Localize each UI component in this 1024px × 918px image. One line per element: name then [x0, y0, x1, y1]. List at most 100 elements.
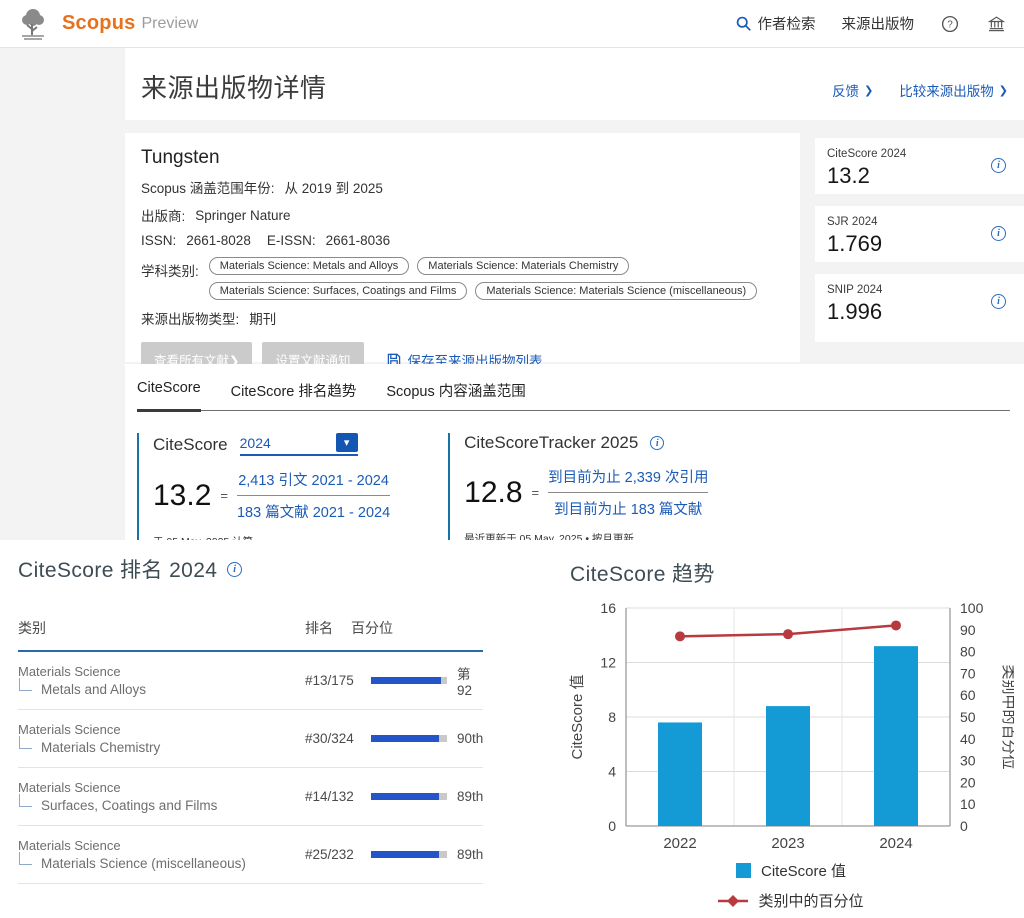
info-icon[interactable]: i: [991, 226, 1006, 241]
feedback-link[interactable]: 反馈❯: [832, 80, 873, 100]
legend-citescore: CiteScore 值: [736, 860, 846, 881]
percentile-label: 89th: [457, 847, 483, 862]
percentile-bar: [371, 851, 447, 858]
rank-table-row: Materials ScienceMetals and Alloys#13/17…: [18, 652, 483, 710]
category-parent: Materials Science: [18, 838, 305, 853]
percentile-label: 89th: [457, 789, 483, 804]
compare-sources-link[interactable]: 比较来源出版物❯: [899, 80, 1008, 100]
chevron-right-icon: ❯: [864, 84, 873, 97]
citescore-trend-block: CiteScore 趋势 048121601020304050607080901…: [568, 558, 1014, 911]
rank-value: #30/324: [305, 731, 371, 746]
subject-chip[interactable]: Materials Science: Surfaces, Coatings an…: [209, 282, 468, 300]
tree-elbow-icon: [19, 794, 32, 807]
help-icon[interactable]: ?: [940, 14, 960, 34]
tab-citescore-rank-trend[interactable]: CiteScore 排名趋势: [231, 380, 357, 410]
citescore-value: 13.2: [153, 479, 211, 513]
category-child: Surfaces, Coatings and Films: [41, 798, 217, 813]
source-type-line: 来源出版物类型: 期刊: [141, 308, 800, 328]
top-header: Scopus Preview 作者检索 来源出版物 ?: [0, 0, 1024, 48]
svg-text:CiteScore 值: CiteScore 值: [569, 674, 586, 759]
tree-elbow-icon: [19, 852, 32, 865]
svg-text:70: 70: [960, 665, 976, 681]
title-links: 反馈❯ 比较来源出版物❯: [832, 80, 1008, 100]
rank-value: #14/132: [305, 789, 371, 804]
chevron-right-icon: ❯: [999, 84, 1008, 97]
citescore-label: CiteScore: [153, 435, 228, 455]
percentile-bar: [371, 677, 447, 684]
rank-table-row: Materials Science Surfaces, Coatings and …: [18, 768, 483, 826]
svg-text:0: 0: [608, 818, 616, 834]
bar-legend-swatch: [736, 863, 751, 878]
legend-percentile: 类别中的百分位: [718, 890, 863, 911]
citescore-formula: 13.2 = 2,413 引文 2021 - 2024 183 篇文献 2021…: [153, 469, 390, 522]
scopus-brand[interactable]: Scopus: [62, 12, 135, 35]
tracker-value: 12.8: [464, 476, 522, 510]
rank-table-header: 类别 排名 百分位: [18, 618, 483, 652]
scopus-brand-suffix: Preview: [141, 15, 198, 33]
info-icon[interactable]: i: [227, 562, 242, 577]
tracker-formula: 12.8 = 到目前为止 2,339 次引用 到目前为止 183 篇文献: [464, 466, 708, 519]
tab-citescore[interactable]: CiteScore: [137, 380, 201, 412]
tabs-row: CiteScore CiteScore 排名趋势 Scopus 内容涵盖范围: [137, 364, 1010, 411]
svg-text:0: 0: [960, 818, 968, 834]
tabs-panel: CiteScore CiteScore 排名趋势 Scopus 内容涵盖范围 C…: [125, 364, 1024, 540]
tree-elbow-icon: [19, 678, 32, 691]
info-icon[interactable]: i: [991, 158, 1006, 173]
rank-rows: Materials Science Metals and Alloys #13/17…: [18, 652, 483, 884]
chart-title: CiteScore 趋势: [570, 558, 1014, 588]
tracker-documents-link[interactable]: 到目前为止 183 篇文献: [554, 502, 702, 518]
elsevier-tree-logo[interactable]: [18, 7, 48, 41]
svg-text:类别中的百分位: 类别中的百分位: [1000, 664, 1014, 769]
svg-text:10: 10: [960, 796, 976, 812]
source-info-panel: Tungsten Scopus 涵盖范围年份: 从 2019 到 2025 出版…: [125, 133, 800, 362]
nav-author-search[interactable]: 作者检索: [735, 13, 816, 34]
tree-elbow-icon: [19, 736, 32, 749]
subject-chip[interactable]: Materials Science: Metals and Alloys: [209, 257, 410, 275]
rank-section-title: CiteScore 排名 2024 i: [18, 554, 483, 584]
category-child: Materials Chemistry: [41, 740, 160, 755]
percentile-label: 第92: [457, 663, 483, 698]
publisher-line: 出版商: Springer Nature: [141, 205, 800, 225]
category-parent: Materials Science: [18, 780, 305, 795]
svg-text:90: 90: [960, 622, 976, 638]
line-legend-swatch: [718, 895, 748, 907]
citescore-tracker-block: CiteScoreTracker 2025 i 12.8 = 到目前为止 2,3…: [448, 433, 708, 549]
svg-text:20: 20: [960, 774, 976, 790]
search-icon: [735, 15, 752, 32]
citescore-year-select[interactable]: 2024 ▾: [240, 433, 358, 456]
svg-text:40: 40: [960, 731, 976, 747]
lower-region: CiteScore 排名 2024 i 类别 排名 百分位 Materials …: [0, 540, 1024, 918]
institution-icon[interactable]: [986, 14, 1006, 34]
svg-text:2023: 2023: [771, 835, 804, 852]
category-child: Metals and Alloys: [41, 682, 146, 697]
svg-text:4: 4: [608, 764, 616, 780]
info-icon[interactable]: i: [991, 294, 1006, 309]
rank-value: #13/175: [305, 673, 371, 688]
subject-chip[interactable]: Materials Science: Materials Science (mi…: [475, 282, 757, 300]
info-icon[interactable]: i: [650, 436, 664, 450]
subject-chip[interactable]: Materials Science: Materials Chemistry: [417, 257, 629, 275]
rank-table-row: Materials Science Materials Chemistry #30/…: [18, 710, 483, 768]
svg-text:?: ?: [947, 19, 953, 30]
svg-text:8: 8: [608, 709, 616, 725]
snip-metric-card: SNIP 2024 1.996 i: [815, 274, 1024, 342]
svg-text:100: 100: [960, 600, 984, 616]
source-name: Tungsten: [141, 147, 800, 169]
upper-region: 来源出版物详情 反馈❯ 比较来源出版物❯ Tungsten Scopus 涵盖范…: [0, 48, 1024, 540]
category-child: Materials Science (miscellaneous): [41, 856, 246, 871]
svg-text:50: 50: [960, 709, 976, 725]
subject-chips: Materials Science: Metals and Alloys Mate…: [209, 257, 769, 300]
rank-value: #25/232: [305, 847, 371, 862]
citescore-rank-block: CiteScore 排名 2024 i 类别 排名 百分位 Materials …: [18, 554, 483, 884]
citations-link[interactable]: 2,413 引文 2021 - 2024: [238, 473, 389, 489]
title-panel: 来源出版物详情 反馈❯ 比较来源出版物❯: [125, 48, 1024, 120]
category-parent: Materials Science: [18, 722, 305, 737]
tab-scopus-coverage[interactable]: Scopus 内容涵盖范围: [386, 380, 525, 410]
citescore-block: CiteScore 2024 ▾ 13.2 = 2,413 引文 2021 - …: [137, 433, 390, 549]
tracker-citations-link[interactable]: 到目前为止 2,339 次引用: [548, 470, 708, 486]
svg-text:2024: 2024: [879, 835, 912, 852]
documents-link[interactable]: 183 篇文献 2021 - 2024: [237, 505, 390, 521]
svg-text:80: 80: [960, 644, 976, 660]
nav-sources[interactable]: 来源出版物: [842, 13, 915, 34]
svg-text:60: 60: [960, 687, 976, 703]
